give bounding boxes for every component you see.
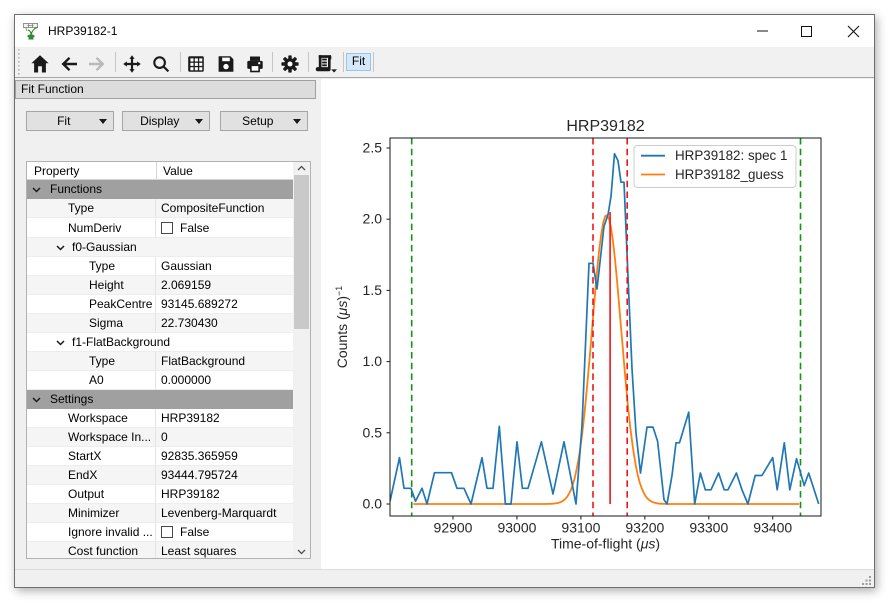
svg-text:0.0: 0.0 [363, 496, 383, 512]
svg-text:93100: 93100 [561, 520, 600, 536]
svg-text:Counts (μs)−1: Counts (μs)−1 [334, 286, 350, 369]
svg-text:2.0: 2.0 [363, 211, 383, 227]
svg-text:93000: 93000 [497, 520, 536, 536]
svg-text:HRP39182: HRP39182 [566, 118, 644, 135]
svg-text:93200: 93200 [625, 520, 664, 536]
svg-text:93400: 93400 [753, 520, 792, 536]
svg-text:1.0: 1.0 [363, 353, 383, 369]
svg-text:Time-of-flight (μs): Time-of-flight (μs) [551, 536, 660, 552]
svg-text:0.5: 0.5 [363, 424, 383, 440]
svg-text:HRP39182_guess: HRP39182_guess [675, 167, 784, 182]
svg-text:93300: 93300 [689, 520, 728, 536]
svg-text:1.5: 1.5 [363, 282, 383, 298]
svg-text:2.5: 2.5 [363, 140, 383, 156]
svg-text:HRP39182: spec 1: HRP39182: spec 1 [675, 148, 787, 163]
svg-text:92900: 92900 [434, 520, 473, 536]
